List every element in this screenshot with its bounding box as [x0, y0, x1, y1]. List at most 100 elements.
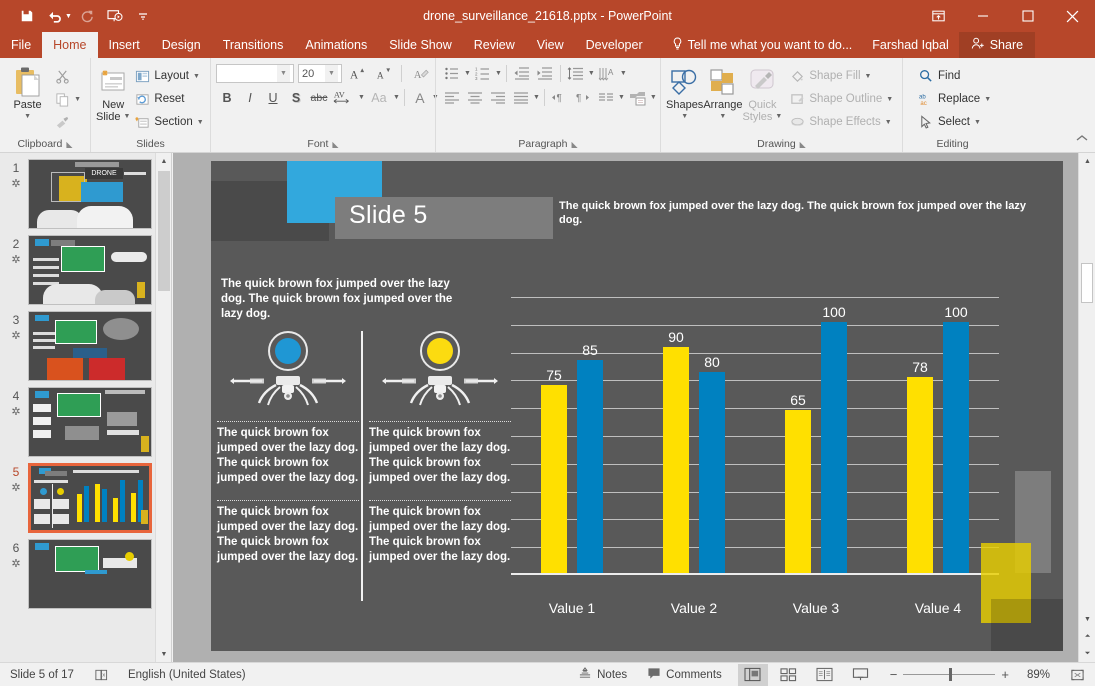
section-button[interactable]: Section ▼ [130, 111, 207, 133]
paste-dropdown-icon[interactable]: ▼ [24, 111, 31, 123]
slide-canvas[interactable]: Slide 5 The quick brown fox jumped over … [211, 161, 1063, 651]
thumbnail-image[interactable] [28, 463, 152, 533]
decrease-indent-button[interactable] [511, 63, 533, 84]
line-spacing-button[interactable] [565, 63, 587, 84]
bar-series1-value1[interactable]: 75 [541, 367, 567, 573]
arrange-button[interactable]: Arrange ▼ [703, 63, 742, 123]
zoom-control[interactable]: − + [882, 667, 1017, 682]
tab-review[interactable]: Review [463, 32, 526, 58]
font-size-dropdown-icon[interactable]: ▼ [325, 65, 338, 82]
bar-series1-value4[interactable]: 78 [907, 359, 933, 573]
clear-formatting-button[interactable]: A [409, 63, 431, 84]
feature-text-1-bottom[interactable]: The quick brown fox jumped over the lazy… [217, 505, 359, 565]
bar-series2-value4[interactable]: 100 [943, 304, 969, 573]
account-name[interactable]: Farshad Iqbal [862, 32, 958, 58]
bar-series2-value1[interactable]: 85 [577, 342, 603, 573]
tab-animations[interactable]: Animations [294, 32, 378, 58]
thumbnail-slide-6[interactable]: 6 ✲ [0, 533, 171, 609]
new-slide-button[interactable]: New Slide ▼ [96, 63, 130, 123]
zoom-slider-track[interactable] [903, 668, 996, 681]
copy-button[interactable]: ▼ [50, 88, 85, 110]
font-name-input[interactable]: ▼ [216, 64, 294, 83]
layout-dropdown-icon[interactable]: ▼ [193, 73, 200, 80]
change-case-button[interactable]: Aa [366, 87, 392, 108]
text-direction-ltr-button[interactable]: ¶ [549, 87, 571, 108]
thumbnail-slide-1[interactable]: 1 ✲ DRONE [0, 153, 171, 229]
decrease-font-size-button[interactable]: A [372, 63, 394, 84]
undo-dropdown-icon[interactable]: ▼ [65, 13, 72, 20]
bar-chart[interactable]: 75 85 90 80 65 100 78 100 Value 1 Value … [511, 279, 999, 619]
arrange-dropdown-icon[interactable]: ▼ [719, 111, 726, 123]
shape-fill-dropdown-icon[interactable]: ▼ [865, 73, 872, 80]
thumbnail-image[interactable] [28, 387, 152, 457]
tab-insert[interactable]: Insert [98, 32, 151, 58]
slide-left-paragraph[interactable]: The quick brown fox jumped over the lazy… [221, 277, 467, 322]
underline-button[interactable]: U [262, 87, 284, 108]
scrollbar-thumb[interactable] [1081, 263, 1093, 303]
slide-position[interactable]: Slide 5 of 17 [0, 663, 84, 686]
thumbnail-slide-2[interactable]: 2 ✲ [0, 229, 171, 305]
strikethrough-button[interactable]: abc [308, 87, 330, 108]
start-presentation-icon[interactable] [102, 4, 128, 28]
save-icon[interactable] [14, 4, 40, 28]
scroll-up-icon[interactable]: ▲ [1079, 153, 1095, 170]
quick-styles-button[interactable]: Quick Styles ▼ [742, 63, 782, 123]
redo-icon[interactable] [74, 4, 100, 28]
thumbnail-slide-3[interactable]: 3 ✲ [0, 305, 171, 381]
tab-design[interactable]: Design [151, 32, 212, 58]
numbering-button[interactable]: 123 [472, 63, 494, 84]
shape-outline-dropdown-icon[interactable]: ▼ [886, 96, 893, 103]
select-button[interactable]: Select ▼ [914, 111, 995, 133]
bold-button[interactable]: B [216, 87, 238, 108]
zoom-out-button[interactable]: − [890, 667, 898, 682]
close-button[interactable] [1050, 0, 1095, 32]
shape-effects-button[interactable]: Shape Effects ▼ [785, 111, 897, 133]
copy-dropdown-icon[interactable]: ▼ [74, 96, 81, 103]
comments-button[interactable]: Comments [637, 663, 732, 686]
bullets-dropdown-icon[interactable]: ▼ [464, 70, 471, 77]
section-dropdown-icon[interactable]: ▼ [197, 119, 204, 126]
bar-series1-value2[interactable]: 90 [663, 329, 689, 573]
tab-developer[interactable]: Developer [575, 32, 654, 58]
font-dialog-launcher[interactable]: ◣ [332, 140, 338, 149]
thumbnail-slide-4[interactable]: 4 ✲ [0, 381, 171, 457]
line-spacing-dropdown-icon[interactable]: ▼ [588, 70, 595, 77]
tab-view[interactable]: View [526, 32, 575, 58]
text-shadow-button[interactable]: S [285, 87, 307, 108]
slide-header-text[interactable]: The quick brown fox jumped over the lazy… [559, 199, 1049, 227]
text-direction-button[interactable]: A [597, 63, 619, 84]
zoom-slider-handle[interactable] [949, 668, 953, 681]
thumbnail-scrollbar[interactable]: ▲ ▼ [155, 153, 171, 662]
text-direction-dropdown-icon[interactable]: ▼ [620, 70, 627, 77]
format-painter-button[interactable] [50, 111, 85, 133]
collapse-ribbon-button[interactable] [1075, 130, 1089, 148]
shapes-dropdown-icon[interactable]: ▼ [681, 111, 688, 123]
fit-slide-button[interactable] [1060, 663, 1095, 686]
layout-button[interactable]: Layout ▼ [130, 65, 207, 87]
shape-fill-button[interactable]: Shape Fill ▼ [785, 65, 897, 87]
shapes-button[interactable]: Shapes ▼ [666, 63, 703, 123]
justify-dropdown-icon[interactable]: ▼ [533, 94, 540, 101]
thumbnail-image[interactable] [28, 539, 152, 609]
numbering-dropdown-icon[interactable]: ▼ [495, 70, 502, 77]
reading-view-button[interactable] [810, 664, 840, 686]
drawing-dialog-launcher[interactable]: ◣ [800, 140, 806, 149]
columns-dropdown-icon[interactable]: ▼ [618, 94, 625, 101]
reset-button[interactable]: Reset [130, 88, 207, 110]
align-right-button[interactable] [487, 87, 509, 108]
slide-show-button[interactable] [846, 664, 876, 686]
font-color-button[interactable]: A [409, 87, 431, 108]
font-size-input[interactable]: 20 ▼ [298, 64, 342, 83]
paste-button[interactable]: Paste ▼ [5, 63, 50, 123]
bullets-button[interactable] [441, 63, 463, 84]
justify-button[interactable] [510, 87, 532, 108]
bar-series1-value3[interactable]: 65 [785, 392, 811, 573]
thumbnail-image[interactable]: DRONE [28, 159, 152, 229]
editor-scrollbar[interactable]: ▲ ▼ ⏶ ⏷ [1078, 153, 1095, 662]
zoom-level[interactable]: 89% [1017, 663, 1060, 686]
feature-text-2-bottom[interactable]: The quick brown fox jumped over the lazy… [369, 505, 511, 565]
normal-view-button[interactable] [737, 663, 768, 686]
tab-file[interactable]: File [0, 32, 42, 58]
customize-qat-icon[interactable] [130, 4, 156, 28]
font-name-dropdown-icon[interactable]: ▼ [277, 65, 290, 82]
